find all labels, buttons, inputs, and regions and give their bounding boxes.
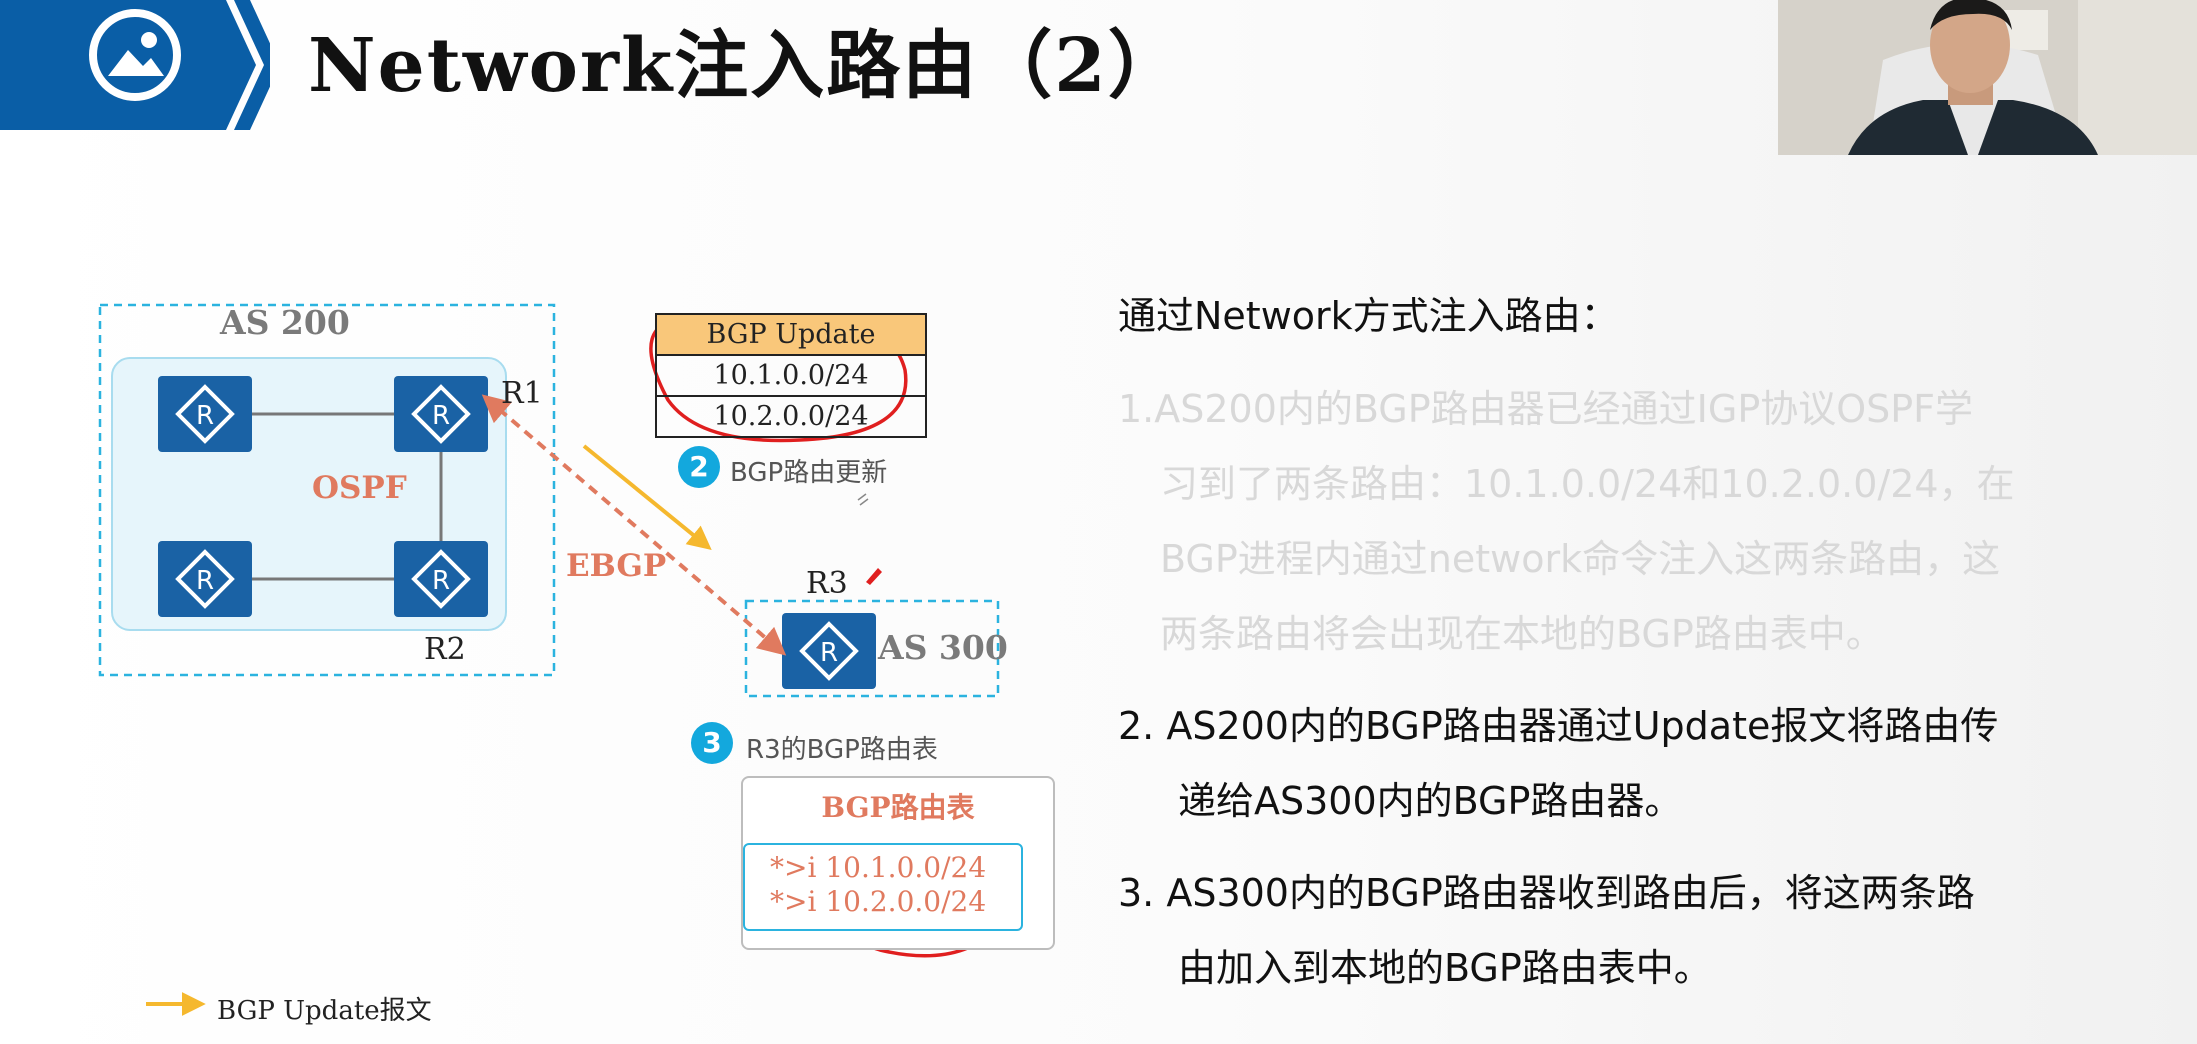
bgp-update-table: BGP Update 10.1.0.0/24 10.2.0.0/24 bbox=[655, 313, 927, 438]
router-icon-r2 bbox=[392, 539, 490, 619]
router-r2-label: R2 bbox=[424, 632, 466, 667]
update-table-row: 10.1.0.0/24 bbox=[655, 354, 927, 397]
ospf-label: OSPF bbox=[312, 470, 407, 506]
route-entry: *>i 10.2.0.0/24 bbox=[770, 885, 986, 918]
step-2-badge: 2 bbox=[678, 446, 720, 488]
point-1-line: 习到了两条路由：10.1.0.0/24和10.2.0.0/24，在 bbox=[1160, 462, 2015, 506]
point-1-line: BGP进程内通过network命令注入这两条路由，这 bbox=[1160, 537, 2001, 581]
update-table-row: 10.2.0.0/24 bbox=[655, 395, 927, 438]
step-3-badge: 3 bbox=[691, 722, 733, 764]
legend-text: BGP Update报文 bbox=[217, 996, 432, 1026]
point-1-line: 1.AS200内的BGP路由器已经通过IGP协议OSPF学 bbox=[1118, 387, 1974, 431]
slide: Network注入路由（2） AS 200 OSPF EBGP R1 R2 R3… bbox=[0, 0, 2197, 1044]
route-table-entries: *>i 10.1.0.0/24 *>i 10.2.0.0/24 bbox=[743, 843, 1023, 931]
pen-cursor-icon bbox=[866, 568, 882, 585]
route-entry: *>i 10.1.0.0/24 bbox=[770, 851, 986, 884]
as300-label: AS 300 bbox=[878, 628, 1008, 667]
point-2-line: 递给AS300内的BGP路由器。 bbox=[1178, 779, 1683, 823]
step-2-text: BGP路由更新 bbox=[730, 458, 888, 488]
router-r3-label: R3 bbox=[806, 566, 848, 601]
as200-label: AS 200 bbox=[220, 303, 350, 342]
point-3-line: 由加入到本地的BGP路由表中。 bbox=[1178, 946, 1712, 990]
route-flag: *>i bbox=[770, 885, 817, 918]
route-flag: *>i bbox=[770, 851, 817, 884]
router-icon-r3 bbox=[780, 611, 878, 691]
route-table-title: BGP路由表 bbox=[821, 791, 975, 824]
router-icon-bottom-left bbox=[156, 539, 254, 619]
route-prefix: 10.1.0.0/24 bbox=[825, 851, 987, 884]
router-icon-top-left bbox=[156, 374, 254, 454]
point-1-line: 两条路由将会出现在本地的BGP路由表中。 bbox=[1160, 612, 1884, 656]
update-table-header: BGP Update bbox=[655, 313, 927, 356]
bgp-route-table: BGP路由表 *>i 10.1.0.0/24 *>i 10.2.0.0/24 bbox=[741, 776, 1055, 950]
intro-text: 通过Network方式注入路由： bbox=[1118, 294, 1619, 338]
router-icon-r1 bbox=[392, 374, 490, 454]
route-prefix: 10.2.0.0/24 bbox=[825, 885, 987, 918]
point-2-line: 2. AS200内的BGP路由器通过Update报文将路由传 bbox=[1118, 704, 1999, 748]
point-3-line: 3. AS300内的BGP路由器收到路由后，将这两条路 bbox=[1118, 871, 1975, 915]
step-3-text: R3的BGP路由表 bbox=[746, 735, 938, 765]
ebgp-label: EBGP bbox=[566, 548, 667, 584]
router-r1-label: R1 bbox=[501, 376, 543, 411]
